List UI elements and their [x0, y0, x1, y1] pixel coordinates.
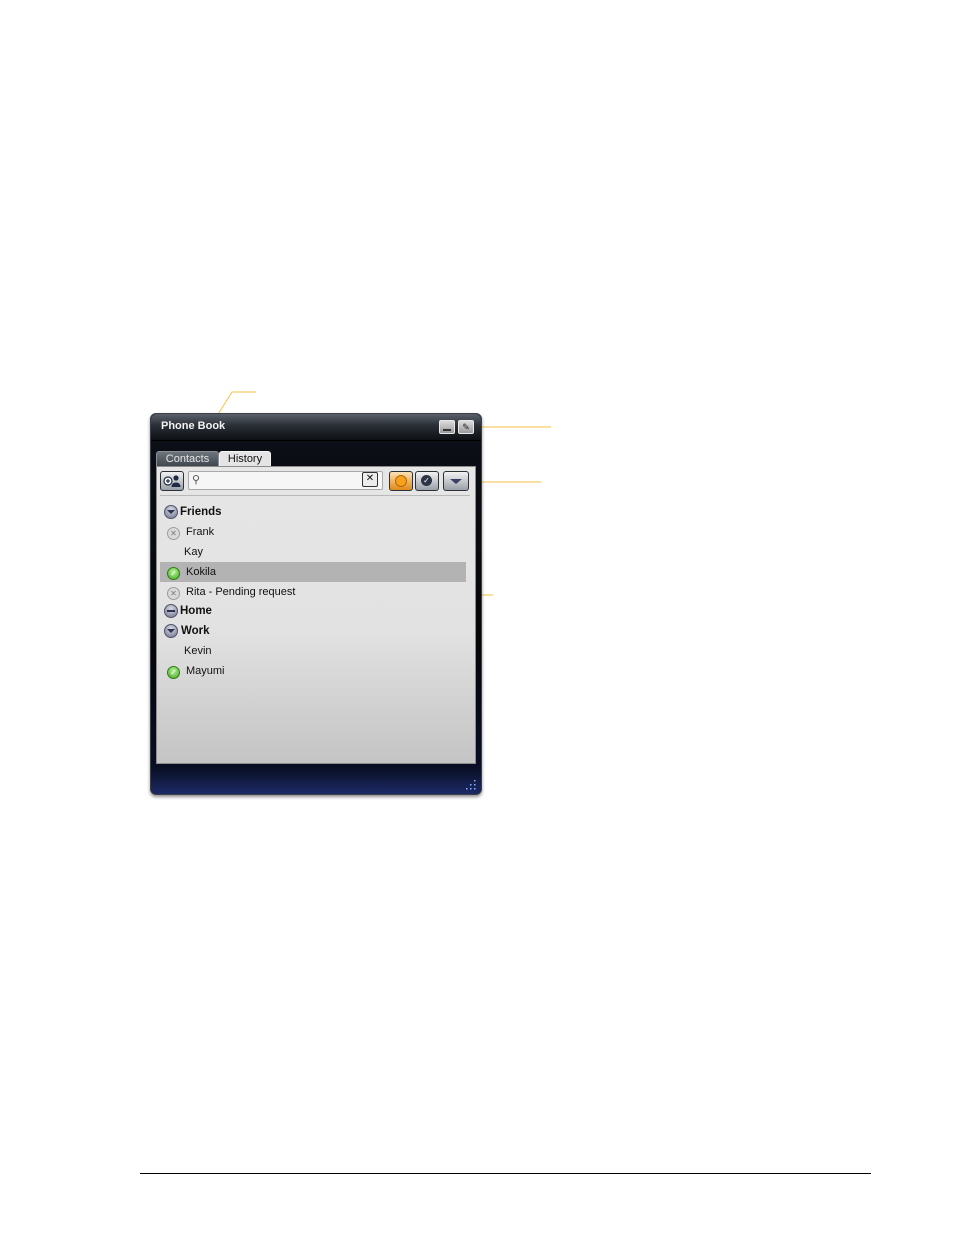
chevron-down-icon	[450, 479, 462, 484]
toolbar-divider	[160, 495, 470, 496]
group-label: Friends	[180, 506, 222, 518]
contact-row-selected[interactable]: ✓ Kokila	[160, 562, 466, 582]
search-input[interactable]	[207, 473, 361, 488]
title-bar[interactable]: Phone Book ✎	[151, 414, 481, 441]
group-label: Home	[180, 605, 212, 617]
contact-name: Rita - Pending request	[186, 586, 296, 598]
contact-row[interactable]: ✕ Rita - Pending request	[160, 582, 466, 602]
more-options-button[interactable]	[443, 471, 469, 491]
contact-name: Kokila	[186, 566, 216, 578]
contact-name: Kevin	[184, 645, 212, 657]
contact-row[interactable]: ✕ Frank	[160, 522, 466, 542]
resize-grip-icon[interactable]	[466, 780, 476, 790]
contact-name: Frank	[186, 526, 215, 538]
search-icon: ⚲	[192, 474, 201, 486]
search-field[interactable]: ⚲	[188, 471, 383, 490]
online-status-icon: ✓	[167, 666, 180, 679]
contact-row[interactable]: ✓ Mayumi	[160, 661, 466, 681]
away-status-icon	[395, 475, 407, 487]
clear-search-button[interactable]: ✕	[362, 472, 378, 487]
collapse-group-icon[interactable]	[164, 604, 178, 618]
window-title: Phone Book	[161, 420, 226, 432]
add-contact-icon	[163, 475, 181, 487]
offline-status-icon: ✕	[167, 587, 180, 600]
add-contact-button[interactable]	[160, 471, 184, 491]
window-bottom-bar	[151, 768, 481, 794]
expand-group-icon[interactable]	[164, 505, 178, 519]
contact-name: Mayumi	[186, 665, 225, 677]
phone-book-window: Phone Book ✎ Contacts History ⚲ ✕ ✓ Frie…	[150, 413, 482, 795]
group-home[interactable]: Home	[160, 601, 466, 621]
online-status-icon: ✓	[167, 567, 180, 580]
status-button[interactable]: ✓	[415, 471, 439, 491]
away-status-button[interactable]	[389, 471, 413, 491]
offline-status-icon: ✕	[167, 527, 180, 540]
minimize-button[interactable]	[439, 420, 455, 434]
expand-group-icon[interactable]	[164, 624, 178, 638]
contact-name: Kay	[184, 546, 203, 558]
contact-row[interactable]: Kay	[160, 542, 466, 562]
contacts-panel: ⚲ ✕ ✓ Friends ✕ Frank Kay ✓ Kokila ✕ Rit…	[156, 466, 476, 764]
group-friends[interactable]: Friends	[160, 502, 466, 522]
status-check-icon: ✓	[421, 475, 432, 486]
edit-button[interactable]: ✎	[458, 420, 474, 434]
footer-rule	[140, 1173, 871, 1174]
contact-row[interactable]: Kevin	[160, 641, 466, 661]
tab-history[interactable]: History	[219, 451, 271, 467]
group-label: Work	[181, 625, 210, 637]
group-work[interactable]: Work	[160, 621, 466, 641]
tab-contacts[interactable]: Contacts	[156, 451, 219, 467]
